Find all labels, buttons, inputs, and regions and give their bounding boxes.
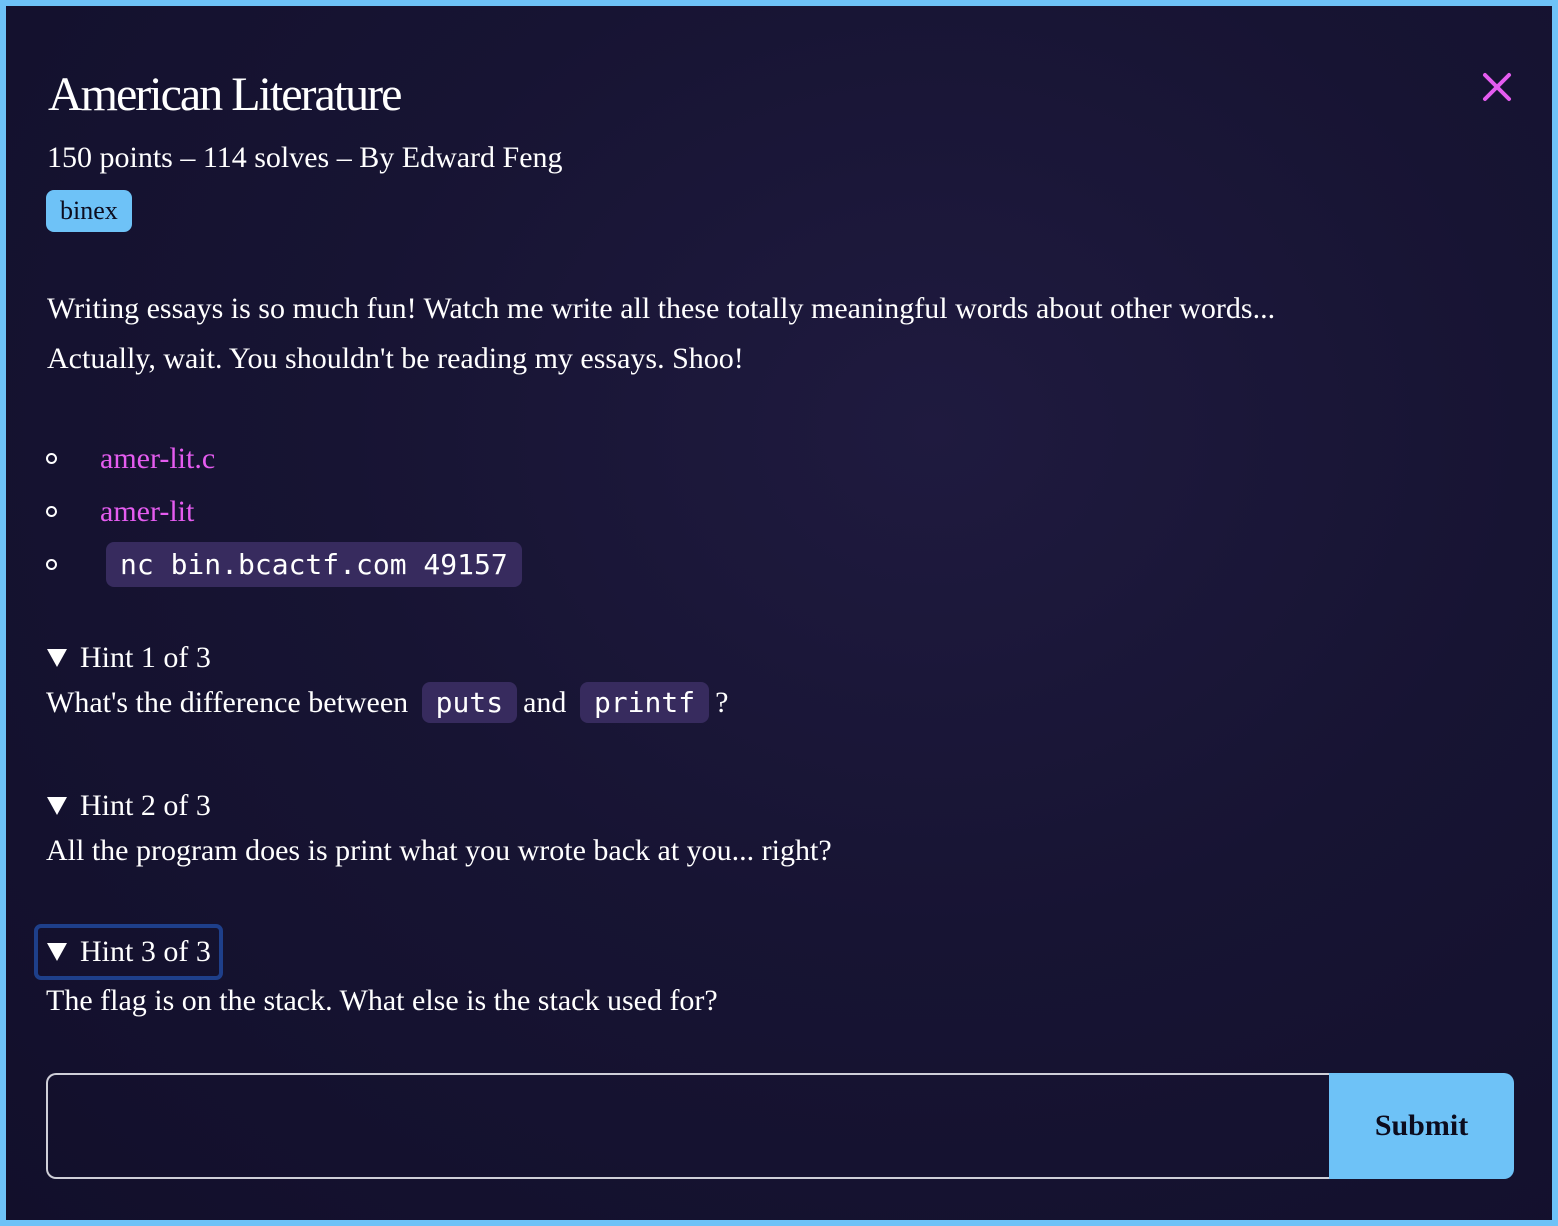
description-line: Actually, wait. You shouldn't be reading… — [47, 342, 744, 375]
hint-1-toggle[interactable]: Hint 1 of 3 — [46, 638, 215, 678]
hint-2-text: All the program does is print what you w… — [46, 834, 832, 867]
triangle-down-icon — [47, 943, 67, 961]
hint-text-part: What's the difference between — [46, 686, 409, 719]
hint-2: Hint 2 of 3 All the program does is prin… — [46, 786, 832, 876]
challenge-meta: 150 points – 114 solves – By Edward Feng — [47, 141, 563, 174]
close-icon — [1483, 73, 1511, 101]
hint-1-text: What's the difference between puts and pr… — [46, 678, 728, 728]
hint-3: Hint 3 of 3 The flag is on the stack. Wh… — [34, 924, 718, 1026]
hint-2-toggle[interactable]: Hint 2 of 3 — [46, 786, 215, 826]
list-item: amer-lit.c — [46, 432, 522, 485]
challenge-title: American Literature — [48, 68, 402, 121]
hint-3-toggle[interactable]: Hint 3 of 3 — [34, 924, 223, 980]
category-tag: binex — [46, 190, 132, 232]
hint-summary-label: Hint 3 of 3 — [80, 935, 211, 968]
challenge-modal: American Literature 150 points – 114 sol… — [6, 6, 1552, 1220]
description-line: Writing essays is so much fun! Watch me … — [47, 292, 1276, 325]
list-item: amer-lit — [46, 485, 522, 538]
submit-button[interactable]: Submit — [1329, 1073, 1514, 1179]
connection-command: nc bin.bcactf.com 49157 — [106, 542, 522, 587]
triangle-down-icon — [47, 797, 67, 815]
hint-3-text: The flag is on the stack. What else is t… — [46, 984, 718, 1017]
challenge-description: Writing essays is so much fun! Watch me … — [47, 284, 1275, 384]
circle-bullet-icon — [46, 453, 57, 464]
hint-1: Hint 1 of 3 What's the difference betwee… — [46, 638, 728, 728]
code-puts: puts — [421, 682, 518, 723]
hint-text-part: and — [523, 686, 567, 719]
close-button[interactable] — [1480, 70, 1514, 104]
hint-summary-label: Hint 1 of 3 — [80, 641, 211, 674]
hint-summary-label: Hint 2 of 3 — [80, 789, 211, 822]
circle-bullet-icon — [46, 559, 57, 570]
file-list: amer-lit.c amer-lit nc bin.bcactf.com 49… — [46, 432, 522, 591]
code-printf: printf — [579, 682, 710, 723]
hint-text-part: ? — [715, 686, 729, 719]
file-link-amer-lit[interactable]: amer-lit — [100, 495, 194, 529]
list-item: nc bin.bcactf.com 49157 — [46, 538, 522, 591]
flag-input[interactable] — [46, 1073, 1330, 1179]
circle-bullet-icon — [46, 506, 57, 517]
file-link-amer-lit-c[interactable]: amer-lit.c — [100, 442, 215, 476]
triangle-down-icon — [47, 649, 67, 667]
